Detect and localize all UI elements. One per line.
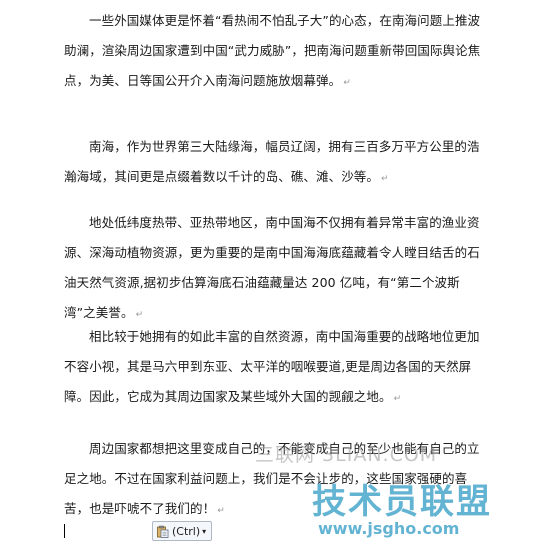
paragraph-1: 一些外国媒体更是怀着“看热闹不怕乱子大”的心态，在南海问题上推波助澜，渲染周边国… [64, 6, 484, 98]
clipboard-icon [157, 525, 169, 538]
paragraph-text: 地处低纬度热带、亚热带地区，南中国海不仅拥有着异常丰富的渔业资源、深海动植物资源… [64, 215, 480, 320]
paragraph-text: 相比较于她拥有的如此丰富的自然资源，南中国海重要的战略地位更加不容小视，其是马六… [64, 329, 480, 404]
watermark-site: 三联网 3LIAN.COM [255, 444, 438, 466]
chevron-down-icon: ▾ [202, 526, 207, 536]
paragraph-2: 南海，作为世界第三大陆缘海，幅员辽阔，拥有三百多万平方公里的浩瀚海域，其间更是点… [64, 132, 484, 194]
paragraph-3: 地处低纬度热带、亚热带地区，南中国海不仅拥有着异常丰富的渔业资源、深海动植物资源… [64, 208, 484, 330]
paragraph-mark-icon: ↵ [393, 394, 402, 404]
watermark-logo: 技术员联盟 [312, 482, 492, 522]
paragraph-mark-icon: ↵ [343, 78, 351, 88]
paste-options-label: (Ctrl) [172, 524, 201, 538]
paragraph-mark-icon: ↵ [381, 174, 389, 184]
paragraph-mark-icon: ↵ [217, 506, 225, 516]
paste-options-button[interactable]: (Ctrl) ▾ [152, 521, 212, 541]
paragraph-text: 一些外国媒体更是怀着“看热闹不怕乱子大”的心态，在南海问题上推波助澜，渲染周边国… [64, 13, 481, 88]
paragraph-text: 南海，作为世界第三大陆缘海，幅员辽阔，拥有三百多万平方公里的浩瀚海域，其间更是点… [64, 139, 480, 184]
text-cursor [64, 524, 65, 538]
watermark-url: www.jsgho.com [318, 519, 460, 538]
paragraph-mark-icon: ↵ [135, 310, 144, 320]
paragraph-4: 相比较于她拥有的如此丰富的自然资源，南中国海重要的战略地位更加不容小视，其是马六… [64, 322, 484, 414]
